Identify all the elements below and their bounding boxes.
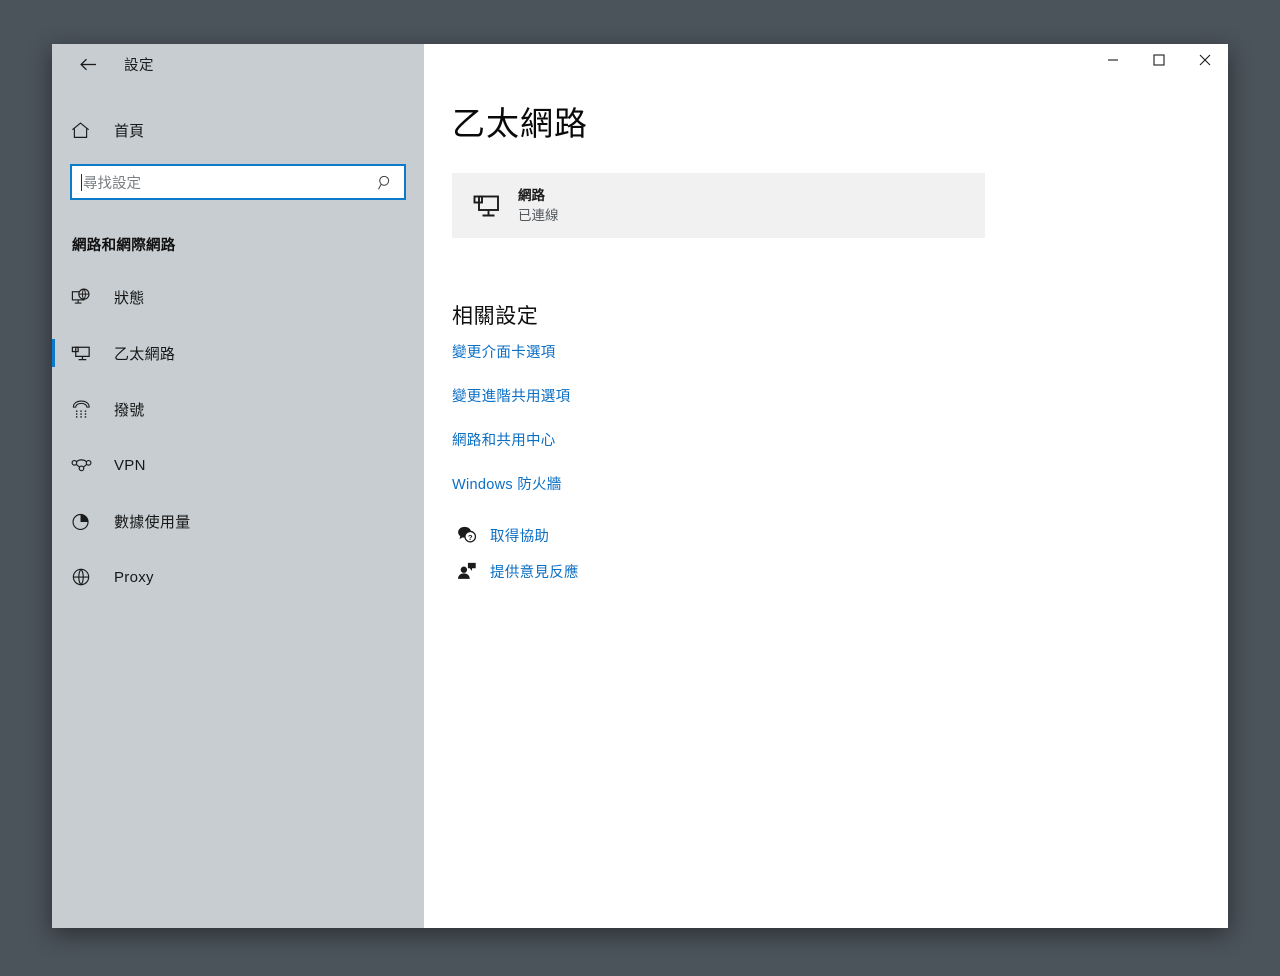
- status-globe-monitor-icon: [70, 286, 104, 309]
- back-button[interactable]: [66, 48, 110, 80]
- ethernet-icon: [464, 190, 510, 222]
- dialup-phone-icon: [70, 398, 104, 421]
- related-settings-heading: 相關設定: [452, 300, 1228, 330]
- link-change-advanced-sharing-options[interactable]: 變更進階共用選項: [452, 385, 570, 406]
- maximize-button[interactable]: [1136, 44, 1182, 76]
- sidebar: 設定 首頁 尋找設定 網路和網際網路: [52, 44, 424, 928]
- main-content: 乙太網路 網路 已連線 相關設定 變更介面卡選項 變更進階共用選項: [424, 44, 1228, 928]
- sidebar-item-status-label: 狀態: [114, 287, 145, 308]
- give-feedback-link[interactable]: 提供意見反應: [452, 560, 579, 582]
- link-network-and-sharing-center[interactable]: 網路和共用中心: [452, 429, 556, 450]
- app-title: 設定: [124, 54, 154, 75]
- svg-text:?: ?: [468, 533, 473, 542]
- search-input[interactable]: 尋找設定: [83, 172, 377, 193]
- settings-window: 設定 首頁 尋找設定 網路和網際網路: [52, 44, 1228, 928]
- data-usage-pie-icon: [70, 510, 104, 533]
- network-status-card[interactable]: 網路 已連線: [452, 173, 985, 238]
- minimize-button[interactable]: [1090, 44, 1136, 76]
- vpn-knot-icon: [70, 454, 104, 477]
- network-name: 網路: [518, 186, 559, 206]
- sidebar-item-dialup[interactable]: 撥號: [52, 389, 424, 429]
- page-title: 乙太網路: [452, 106, 1228, 142]
- sidebar-item-vpn[interactable]: VPN: [52, 445, 424, 485]
- sidebar-item-ethernet[interactable]: 乙太網路: [52, 333, 424, 373]
- sidebar-nav: 狀態 乙太網路: [52, 277, 424, 597]
- search-icon[interactable]: [377, 174, 394, 191]
- sidebar-section-header: 網路和網際網路: [72, 234, 424, 255]
- search-box[interactable]: 尋找設定: [70, 164, 406, 200]
- related-settings-links: 變更介面卡選項 變更進階共用選項 網路和共用中心 Windows 防火牆: [452, 341, 1228, 494]
- network-status: 已連線: [518, 206, 559, 226]
- get-help-link[interactable]: ? 取得協助: [452, 524, 549, 546]
- footer-links: ? 取得協助 提供意見反應: [452, 524, 1228, 582]
- sidebar-item-data-usage-label: 數據使用量: [114, 511, 191, 532]
- link-windows-firewall[interactable]: Windows 防火牆: [452, 473, 562, 494]
- link-change-adapter-options[interactable]: 變更介面卡選項: [452, 341, 556, 362]
- sidebar-item-proxy[interactable]: Proxy: [52, 557, 424, 597]
- sidebar-item-data-usage[interactable]: 數據使用量: [52, 501, 424, 541]
- content-body: 乙太網路 網路 已連線 相關設定 變更介面卡選項 變更進階共用選項: [424, 84, 1228, 582]
- back-arrow-icon: [78, 54, 99, 75]
- maximize-icon: [1153, 54, 1165, 66]
- close-icon: [1199, 54, 1211, 66]
- give-feedback-label: 提供意見反應: [490, 561, 579, 582]
- network-card-text: 網路 已連線: [518, 186, 559, 225]
- globe-icon: [70, 566, 104, 589]
- sidebar-item-dialup-label: 撥號: [114, 399, 145, 420]
- sidebar-item-status[interactable]: 狀態: [52, 277, 424, 317]
- sidebar-item-proxy-label: Proxy: [114, 569, 154, 586]
- help-bubble-icon: ?: [452, 524, 482, 546]
- selection-indicator: [52, 339, 55, 367]
- text-caret: [81, 174, 82, 191]
- sidebar-item-home[interactable]: 首頁: [52, 110, 424, 150]
- minimize-icon: [1107, 54, 1119, 66]
- feedback-person-icon: [452, 560, 482, 582]
- titlebar-left: 設定: [52, 44, 424, 84]
- sidebar-item-vpn-label: VPN: [114, 457, 146, 474]
- ethernet-icon: [70, 342, 104, 365]
- sidebar-item-home-label: 首頁: [114, 120, 144, 141]
- sidebar-item-ethernet-label: 乙太網路: [114, 343, 175, 364]
- window-controls: [424, 44, 1228, 84]
- home-icon: [70, 120, 104, 141]
- get-help-label: 取得協助: [490, 525, 549, 546]
- close-button[interactable]: [1182, 44, 1228, 76]
